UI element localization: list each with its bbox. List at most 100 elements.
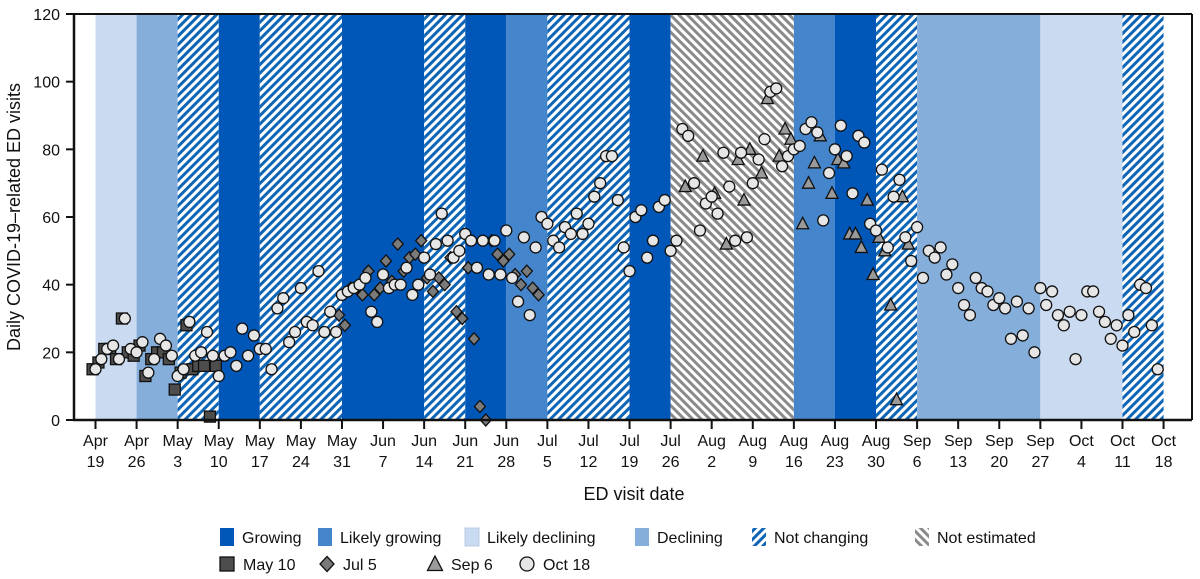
x-tick-label-day: 12 [580, 454, 598, 471]
point-oct18 [611, 193, 624, 207]
x-tick-label-month: Jun [493, 433, 519, 450]
x-tick-label-month: Jun [411, 433, 437, 450]
x-tick-label-day: 6 [913, 454, 922, 471]
point-oct18 [1087, 285, 1100, 298]
point-oct18 [640, 251, 654, 264]
legend-swatch-growing [220, 528, 234, 546]
x-tick-label-day: 2 [707, 454, 716, 471]
point-oct18 [998, 302, 1012, 315]
point-oct18 [846, 187, 859, 200]
point-oct18 [259, 342, 272, 356]
legend-marker-jul5 [319, 555, 335, 573]
legend-swatch-likely-growing [318, 528, 332, 546]
point-oct18 [1010, 295, 1024, 308]
point-oct18 [1016, 329, 1029, 342]
x-tick-label-day: 14 [415, 454, 433, 471]
point-oct18 [934, 241, 947, 254]
legend-swatch-declining [635, 528, 649, 546]
x-tick-label-day: 11 [1114, 454, 1131, 471]
point-oct18 [928, 251, 941, 264]
legend-swatch-not-changing [752, 528, 766, 546]
point-oct18 [1151, 363, 1164, 376]
point-oct18 [910, 220, 924, 234]
legend-label-growing: Growing [242, 530, 302, 547]
x-tick-label-month: Sep [985, 433, 1014, 450]
band-not-changing [876, 14, 918, 420]
point-oct18 [1063, 305, 1076, 318]
point-oct18 [271, 302, 284, 315]
x-tick-label-day: 26 [128, 454, 146, 471]
x-tick-label-month: Sep [1026, 433, 1055, 450]
x-tick-label-day: 21 [456, 454, 474, 471]
point-oct18 [1040, 298, 1053, 312]
y-tick-label: 120 [33, 7, 60, 24]
point-oct18 [236, 322, 249, 335]
y-tick-label: 100 [33, 75, 60, 92]
x-tick-label-month: May [327, 433, 357, 450]
legend-label-oct18: Oct 18 [543, 557, 590, 574]
x-tick-label-month: May [163, 433, 193, 450]
point-may10 [209, 359, 222, 373]
point-oct18 [869, 224, 883, 237]
point-oct18 [159, 339, 173, 352]
point-oct18 [324, 305, 337, 318]
point-oct18 [329, 325, 343, 339]
point-oct18 [118, 312, 131, 325]
point-oct18 [576, 227, 589, 241]
point-oct18 [717, 146, 730, 159]
point-oct18 [294, 281, 308, 295]
point-oct18 [517, 231, 531, 244]
x-tick-label-month: Aug [697, 433, 725, 450]
point-oct18 [564, 227, 578, 241]
point-oct18 [740, 231, 754, 244]
point-oct18 [1075, 308, 1088, 322]
point-oct18 [705, 190, 718, 203]
point-oct18 [1098, 315, 1112, 329]
point-oct18 [793, 139, 806, 153]
point-oct18 [95, 352, 108, 366]
point-oct18 [277, 292, 290, 305]
x-tick-label-month: Aug [821, 433, 849, 450]
legend-label-declining: Declining [657, 530, 723, 547]
x-tick-label-day: 19 [621, 454, 639, 471]
band-not-estimated [670, 14, 794, 420]
point-oct18 [470, 261, 484, 274]
point-oct18 [635, 204, 648, 217]
point-oct18 [283, 336, 296, 349]
x-tick-label-day: 3 [173, 454, 182, 471]
point-oct18 [371, 315, 384, 329]
point-oct18 [1057, 319, 1070, 332]
point-oct18 [952, 281, 965, 295]
point-oct18 [488, 234, 501, 247]
legend-label-likely-declining: Likely declining [487, 530, 596, 547]
point-oct18 [828, 143, 842, 156]
point-oct18 [241, 349, 255, 362]
band-declining [917, 14, 1041, 420]
point-oct18 [511, 295, 525, 308]
point-oct18 [177, 363, 190, 376]
legend-swatch-not-estimated [915, 528, 929, 546]
point-oct18 [664, 244, 677, 257]
point-oct18 [746, 177, 759, 190]
point-oct18 [194, 346, 208, 359]
point-oct18 [552, 241, 566, 254]
point-oct18 [887, 190, 900, 203]
point-oct18 [758, 133, 771, 146]
point-oct18 [969, 271, 982, 285]
point-oct18 [288, 325, 302, 339]
x-tick-label-day: 20 [990, 454, 1008, 471]
point-oct18 [582, 217, 595, 230]
x-tick-label-month: Jul [537, 433, 557, 450]
legend-label-likely-growing: Likely growing [340, 530, 441, 547]
point-oct18 [899, 231, 912, 244]
point-oct18 [1110, 319, 1123, 332]
point-oct18 [365, 305, 378, 318]
point-oct18 [840, 149, 853, 163]
point-oct18 [570, 207, 583, 220]
point-oct18 [817, 214, 830, 227]
point-oct18 [148, 352, 161, 366]
point-oct18 [693, 224, 707, 237]
point-oct18 [617, 241, 630, 254]
point-oct18 [412, 278, 425, 291]
point-oct18 [541, 217, 554, 230]
